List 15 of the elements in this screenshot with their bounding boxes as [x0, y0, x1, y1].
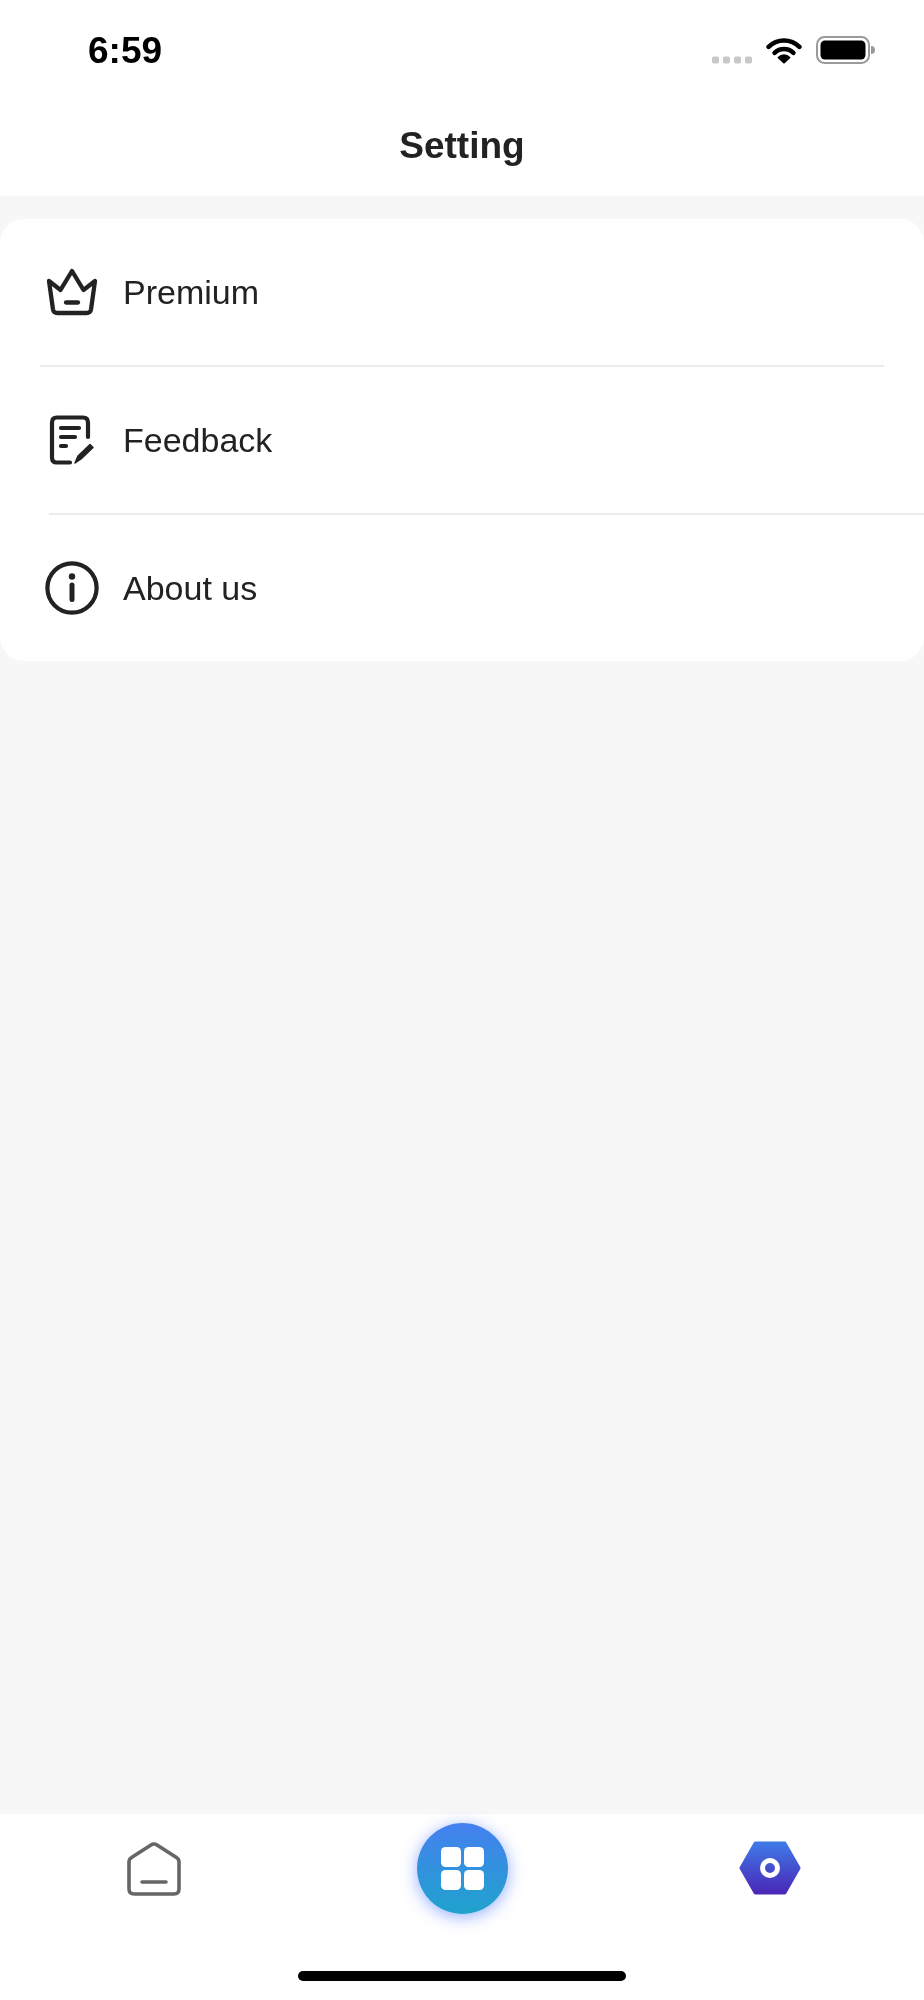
wifi-icon [766, 37, 802, 64]
status-time: 6:59 [88, 31, 163, 69]
settings-item[interactable]: Premium [0, 219, 924, 365]
grid-icon [440, 1846, 484, 1890]
hexagon-tab[interactable] [739, 1840, 801, 1896]
hexagon-icon [739, 1840, 801, 1896]
settings-item[interactable]: About us [0, 515, 924, 661]
settings-item[interactable]: Feedback [0, 367, 924, 513]
page-title: Setting [399, 125, 525, 167]
signal-icon [712, 56, 752, 64]
info-icon [45, 561, 99, 615]
crown-icon [45, 267, 99, 317]
grid-button[interactable] [416, 1822, 508, 1914]
battery-icon [816, 36, 875, 64]
feedback-icon [49, 415, 95, 465]
